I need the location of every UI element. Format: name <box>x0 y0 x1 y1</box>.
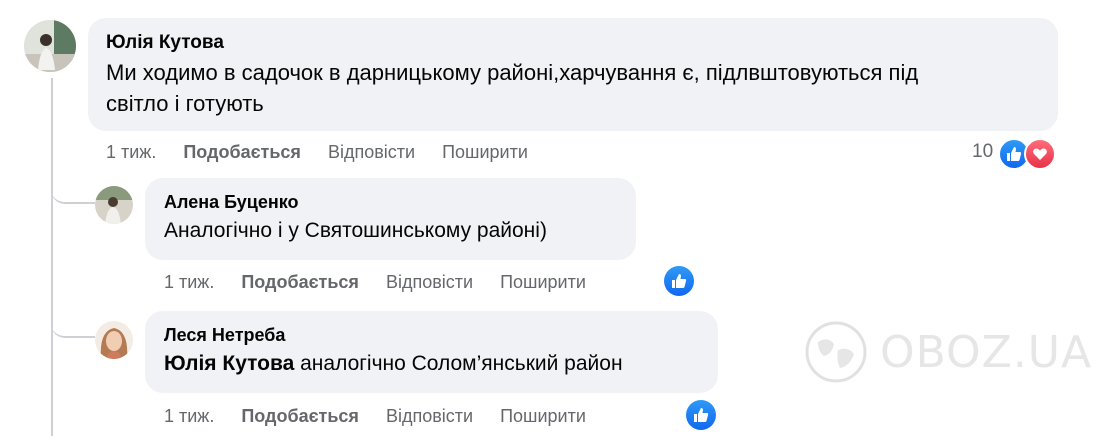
comment-actions: 1 тиж. Подобається Відповісти Поширити <box>106 142 528 163</box>
reply-2-reply-button[interactable]: Відповісти <box>386 406 473 427</box>
reply-2-author[interactable]: Леся Нетреба <box>164 325 285 346</box>
watermark-text: OBOZ.UA <box>880 326 1093 378</box>
reply-1-text: Аналогічно і у Святошинському районі) <box>164 219 547 242</box>
avatar-alena[interactable] <box>95 186 133 224</box>
comment-author[interactable]: Юлія Кутова <box>106 32 224 54</box>
avatar-lesya[interactable] <box>95 321 133 359</box>
thread-line <box>51 78 53 436</box>
reply-1-share-button[interactable]: Поширити <box>500 272 586 293</box>
like-button[interactable]: Подобається <box>183 142 301 163</box>
reply-1-reply-button[interactable]: Відповісти <box>386 272 473 293</box>
globe-icon <box>805 321 867 383</box>
reply-1-like-button[interactable]: Подобається <box>241 272 359 293</box>
comment-time[interactable]: 1 тиж. <box>106 142 156 163</box>
share-button[interactable]: Поширити <box>442 142 528 163</box>
reply-2-body: аналогічно Солом’янський район <box>294 352 623 375</box>
reply-2-text: Юлія Кутова аналогічно Солом’янський рай… <box>164 352 623 376</box>
reply-1-actions: 1 тиж. Подобається Відповісти Поширити <box>164 272 586 293</box>
watermark-logo: OBOZ.UA <box>804 320 1092 384</box>
love-icon[interactable] <box>1024 138 1056 170</box>
reply-2-mention[interactable]: Юлія Кутова <box>164 352 294 375</box>
reply-2-time[interactable]: 1 тиж. <box>164 406 214 427</box>
reply-1-author[interactable]: Алена Буценко <box>164 192 299 213</box>
reply-2-like-button[interactable]: Подобається <box>241 406 359 427</box>
avatar-yulia[interactable] <box>24 20 76 72</box>
reply-1-time[interactable]: 1 тиж. <box>164 272 214 293</box>
reaction-count[interactable]: 10 <box>972 141 993 163</box>
comment-text-line1: Ми ходимо в садочок в дарницькому районі… <box>106 60 919 85</box>
reply-1-like-icon[interactable] <box>664 266 694 296</box>
thread-connector-reply-1 <box>51 180 95 204</box>
reply-2-like-icon[interactable] <box>686 400 716 430</box>
thread-connector-reply-2 <box>51 314 95 338</box>
reply-button[interactable]: Відповісти <box>328 142 415 163</box>
reply-2-actions: 1 тиж. Подобається Відповісти Поширити <box>164 406 586 427</box>
comment-text-line2: світло і готують <box>106 91 264 116</box>
reply-2-share-button[interactable]: Поширити <box>500 406 586 427</box>
